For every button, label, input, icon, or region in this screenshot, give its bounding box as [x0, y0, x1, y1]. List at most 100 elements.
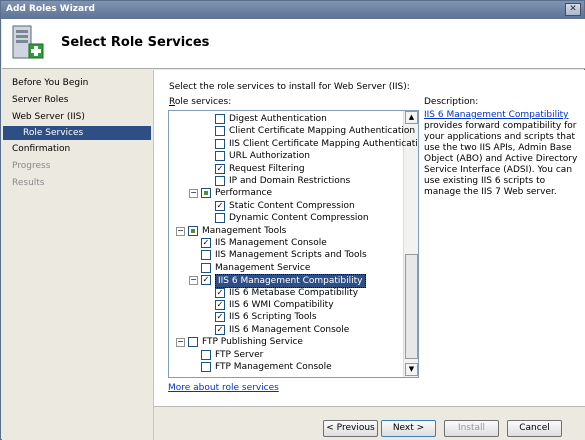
tree-item-label[interactable]: IIS Client Certificate Mapping Authentic…	[229, 138, 418, 150]
tree-row[interactable]: IP and Domain Restrictions	[169, 175, 403, 187]
more-about-role-services-link[interactable]: More about role services	[168, 383, 279, 393]
checkbox[interactable]: ✓	[215, 324, 225, 335]
description-body: IIS 6 Management Compatibility provides …	[424, 110, 579, 198]
description-text: provides forward compatibility for your …	[424, 121, 578, 197]
checkbox[interactable]: ✓	[215, 200, 225, 211]
tree-item-label[interactable]: FTP Publishing Service	[202, 336, 303, 348]
collapse-toggle-icon[interactable]: −	[176, 226, 185, 236]
previous-button[interactable]: < Previous	[323, 420, 378, 437]
install-button[interactable]: Install	[444, 420, 499, 437]
add-roles-wizard-window: Add Roles Wizard ✕ Select Role Services …	[0, 0, 585, 440]
checkbox[interactable]	[188, 337, 198, 348]
button-bar: < Previous Next > Install Cancel	[154, 406, 585, 440]
scroll-down-icon[interactable]: ▼	[405, 363, 418, 376]
wizard-steps-nav: Before You Begin Server Roles Web Server…	[2, 70, 153, 440]
checkbox[interactable]	[215, 176, 225, 186]
checkbox[interactable]	[215, 138, 225, 149]
tree-row[interactable]: ✓ IIS Management Console	[169, 237, 403, 249]
tree-row[interactable]: − FTP Publishing Service	[169, 336, 403, 348]
tree-row[interactable]: FTP Management Console	[169, 361, 403, 373]
checkbox[interactable]	[201, 362, 211, 372]
checkbox[interactable]: ✓	[215, 163, 225, 174]
tree-item-label[interactable]: FTP Management Console	[215, 361, 332, 373]
next-button[interactable]: Next >	[381, 420, 436, 437]
scroll-up-icon[interactable]: ▲	[405, 111, 418, 124]
tree-item-label[interactable]: IIS 6 WMI Compatibility	[229, 299, 334, 311]
tree-item-label[interactable]: Request Filtering	[229, 163, 305, 175]
tree-item-label[interactable]: Digest Authentication	[229, 113, 327, 125]
checkbox[interactable]: ✓	[215, 300, 225, 310]
tree-item-label[interactable]: IP and Domain Restrictions	[229, 175, 350, 187]
tree-row[interactable]: ✓ Static Content Compression	[169, 200, 403, 212]
checkbox[interactable]	[201, 250, 211, 261]
checkbox[interactable]	[215, 114, 225, 124]
role-services-label-rest: ole services:	[174, 97, 232, 107]
tree-item-label[interactable]: IIS Management Console	[215, 237, 327, 249]
close-icon[interactable]: ✕	[565, 3, 581, 16]
nav-item-progress: Progress	[12, 161, 51, 171]
checkbox[interactable]: ✓	[201, 238, 211, 248]
tree-item-label[interactable]: IIS 6 Management Console	[229, 324, 349, 336]
tree-row[interactable]: Digest Authentication	[169, 113, 403, 125]
tree-item-label[interactable]: Management Tools	[202, 225, 286, 237]
window-title: Add Roles Wizard	[6, 4, 95, 14]
description-label: Description:	[424, 97, 479, 107]
collapse-toggle-icon[interactable]: −	[189, 189, 198, 199]
tree-row[interactable]: IIS Client Certificate Mapping Authentic…	[169, 138, 418, 150]
nav-item-before-you-begin[interactable]: Before You Begin	[12, 78, 88, 92]
wizard-header: Select Role Services	[2, 19, 585, 69]
checkbox[interactable]: ✓	[201, 275, 211, 286]
collapse-toggle-icon[interactable]: −	[189, 276, 198, 286]
tree-item-label[interactable]: IIS 6 Metabase Compatibility	[229, 287, 358, 299]
tree-scrollbar[interactable]: ▲ ▼	[403, 111, 418, 377]
checkbox[interactable]	[201, 262, 211, 273]
nav-item-web-server-iis[interactable]: Web Server (IIS)	[12, 112, 85, 126]
tree-item-label[interactable]: URL Authorization	[229, 150, 310, 162]
tree-item-label[interactable]: Performance	[215, 187, 272, 199]
cancel-button[interactable]: Cancel	[507, 420, 562, 437]
tree-row[interactable]: Management Service	[169, 262, 403, 274]
tree-item-label[interactable]: IIS Management Scripts and Tools	[215, 249, 367, 261]
tree-row[interactable]: ✓ IIS 6 Management Console	[169, 324, 403, 336]
tree-row[interactable]: − ✓ IIS 6 Management Compatibility	[169, 274, 403, 289]
tree-item-label[interactable]: Client Certificate Mapping Authenticatio…	[229, 125, 415, 137]
checkbox[interactable]: ✓	[215, 312, 225, 323]
nav-item-server-roles[interactable]: Server Roles	[12, 95, 68, 109]
collapse-toggle-icon[interactable]: −	[176, 338, 185, 348]
title-bar: Add Roles Wizard ✕	[1, 1, 584, 19]
tree-row[interactable]: ✓ IIS 6 Scripting Tools	[169, 311, 403, 323]
tree-row[interactable]: ✓ Request Filtering	[169, 163, 403, 175]
tree-item-label[interactable]: Dynamic Content Compression	[229, 212, 369, 224]
tree-row[interactable]: ✓ IIS 6 WMI Compatibility	[169, 299, 403, 311]
tree-row[interactable]: URL Authorization	[169, 150, 403, 162]
tree-item-label[interactable]: Management Service	[215, 262, 310, 274]
tree-row[interactable]: IIS Management Scripts and Tools	[169, 249, 403, 261]
checkbox[interactable]	[188, 225, 198, 236]
tree-row[interactable]: Dynamic Content Compression	[169, 212, 403, 224]
tree-row[interactable]: Client Certificate Mapping Authenticatio…	[169, 125, 415, 137]
checkbox[interactable]	[215, 126, 225, 137]
tree-item-label[interactable]: Static Content Compression	[229, 200, 355, 212]
page-title: Select Role Services	[61, 35, 210, 50]
nav-item-confirmation[interactable]: Confirmation	[12, 144, 70, 158]
description-link[interactable]: IIS 6 Management Compatibility	[424, 110, 569, 120]
instruction-text: Select the role services to install for …	[169, 82, 410, 92]
server-add-icon	[12, 25, 44, 59]
main-content: Select the role services to install for …	[153, 70, 585, 440]
checkbox[interactable]	[215, 151, 225, 162]
tree-row[interactable]: − Management Tools	[169, 225, 403, 237]
tree-row[interactable]: FTP Server	[169, 349, 403, 361]
role-services-label: Role services:	[169, 97, 231, 107]
nav-item-role-services[interactable]: Role Services	[3, 126, 151, 140]
scroll-thumb[interactable]	[405, 254, 418, 359]
tree-item-label[interactable]: IIS 6 Scripting Tools	[229, 311, 317, 323]
checkbox[interactable]: ✓	[215, 287, 225, 298]
tree-row[interactable]: − Performance	[169, 187, 403, 199]
role-services-tree[interactable]: ▲ ▼ Digest Authentication Client Certific…	[168, 110, 419, 378]
nav-item-results: Results	[12, 178, 45, 188]
checkbox[interactable]	[201, 188, 211, 199]
tree-item-label[interactable]: FTP Server	[215, 349, 263, 361]
checkbox[interactable]	[215, 213, 225, 224]
tree-row[interactable]: ✓ IIS 6 Metabase Compatibility	[169, 287, 403, 299]
checkbox[interactable]	[201, 349, 211, 360]
